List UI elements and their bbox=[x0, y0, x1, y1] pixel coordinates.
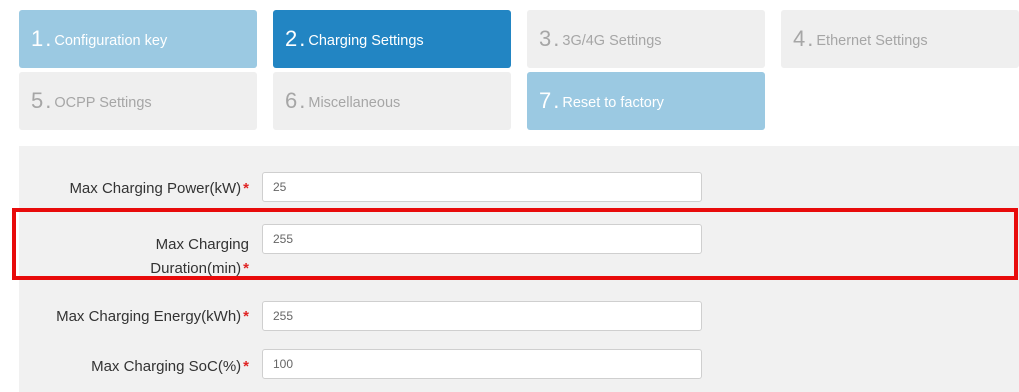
tab-configuration-key[interactable]: 1. Configuration key bbox=[19, 10, 257, 68]
tab-miscellaneous[interactable]: 6. Miscellaneous bbox=[273, 72, 511, 130]
max-charging-energy-input[interactable] bbox=[262, 301, 702, 331]
tab-3g4g-settings[interactable]: 3. 3G/4G Settings bbox=[527, 10, 765, 68]
max-charging-energy-label: Max Charging Energy(kWh) * bbox=[56, 308, 249, 325]
tab-number: 7 bbox=[539, 88, 552, 113]
tab-label: OCPP Settings bbox=[54, 94, 152, 111]
tab-reset-to-factory[interactable]: 7. Reset to factory bbox=[527, 72, 765, 130]
tab-number: 5 bbox=[31, 88, 44, 113]
tab-ocpp-settings[interactable]: 5. OCPP Settings bbox=[19, 72, 257, 130]
max-charging-duration-label: Max Charging Duration(min) * bbox=[150, 236, 249, 277]
tab-number: 1 bbox=[31, 26, 44, 51]
tab-label: 3G/4G Settings bbox=[562, 32, 662, 49]
tab-number: 2 bbox=[285, 26, 298, 51]
max-charging-soc-input[interactable] bbox=[262, 349, 702, 379]
required-marker: * bbox=[243, 260, 249, 277]
charging-settings-page: 1. Configuration key 2. Charging Setting… bbox=[0, 0, 1019, 392]
max-charging-power-input[interactable] bbox=[262, 172, 702, 202]
required-marker: * bbox=[243, 358, 249, 375]
max-charging-duration-input[interactable] bbox=[262, 224, 702, 254]
tab-label: Charging Settings bbox=[308, 32, 424, 49]
tab-number: 4 bbox=[793, 26, 806, 51]
tab-number: 6 bbox=[285, 88, 298, 113]
tab-charging-settings[interactable]: 2. Charging Settings bbox=[273, 10, 511, 68]
tab-number: 3 bbox=[539, 26, 552, 51]
tab-ethernet-settings[interactable]: 4. Ethernet Settings bbox=[781, 10, 1019, 68]
max-charging-soc-label: Max Charging SoC(%) * bbox=[91, 358, 249, 375]
tab-label: Ethernet Settings bbox=[816, 32, 928, 49]
required-marker: * bbox=[243, 308, 249, 325]
tab-label: Configuration key bbox=[54, 32, 168, 49]
tab-label: Reset to factory bbox=[562, 94, 664, 111]
tab-label: Miscellaneous bbox=[308, 94, 401, 111]
max-charging-power-label: Max Charging Power(kW) * bbox=[69, 180, 249, 197]
required-marker: * bbox=[243, 180, 249, 197]
